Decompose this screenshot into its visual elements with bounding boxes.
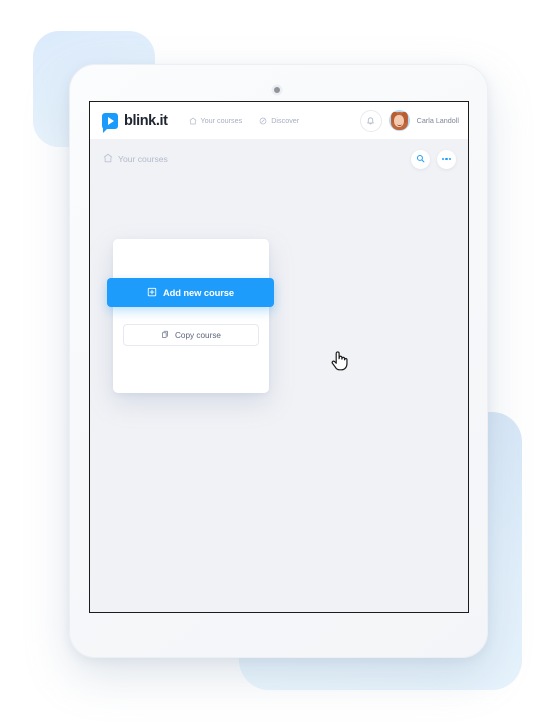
breadcrumb-label: Your courses — [118, 154, 168, 164]
home-icon — [189, 117, 197, 125]
search-icon — [416, 150, 425, 168]
app-top-bar: blink.it Your courses Discover Carla Lan… — [90, 102, 468, 139]
course-actions-panel — [113, 239, 269, 393]
nav-label-your-courses: Your courses — [200, 116, 243, 125]
add-new-course-button[interactable]: Add new course — [107, 278, 274, 307]
top-bar-user-cluster: Carla Landoll — [359, 109, 459, 132]
add-new-course-label: Add new course — [162, 287, 234, 298]
square-plus-icon — [147, 284, 157, 302]
compass-icon — [259, 117, 267, 125]
copy-icon — [161, 326, 170, 344]
tablet-screen: blink.it Your courses Discover Carla Lan… — [89, 101, 469, 613]
copy-course-button[interactable]: Copy course — [123, 324, 259, 346]
brand-logo[interactable]: blink.it — [102, 112, 168, 133]
avatar[interactable] — [388, 110, 410, 131]
pointing-hand-cursor — [331, 351, 348, 371]
notifications-button[interactable] — [359, 109, 382, 132]
camera-icon — [274, 87, 280, 93]
nav-item-your-courses[interactable]: Your courses — [189, 116, 243, 125]
more-options-button[interactable] — [437, 149, 456, 169]
brand-name: blink.it — [124, 112, 168, 129]
top-navigation: Your courses Discover — [189, 116, 299, 125]
search-button[interactable] — [411, 149, 430, 169]
breadcrumb-actions — [411, 149, 456, 169]
nav-label-discover: Discover — [271, 116, 300, 125]
copy-course-label: Copy course — [175, 330, 221, 340]
home-icon — [103, 153, 113, 165]
user-name-label: Carla Landoll — [416, 116, 459, 125]
more-dots-icon — [441, 157, 452, 161]
breadcrumb-row: Your courses — [90, 139, 468, 179]
play-bubble-icon — [102, 112, 118, 133]
bell-icon — [366, 112, 375, 130]
nav-item-discover[interactable]: Discover — [259, 116, 299, 125]
breadcrumb[interactable]: Your courses — [103, 153, 168, 165]
tablet-device-frame: blink.it Your courses Discover Carla Lan… — [69, 64, 488, 658]
